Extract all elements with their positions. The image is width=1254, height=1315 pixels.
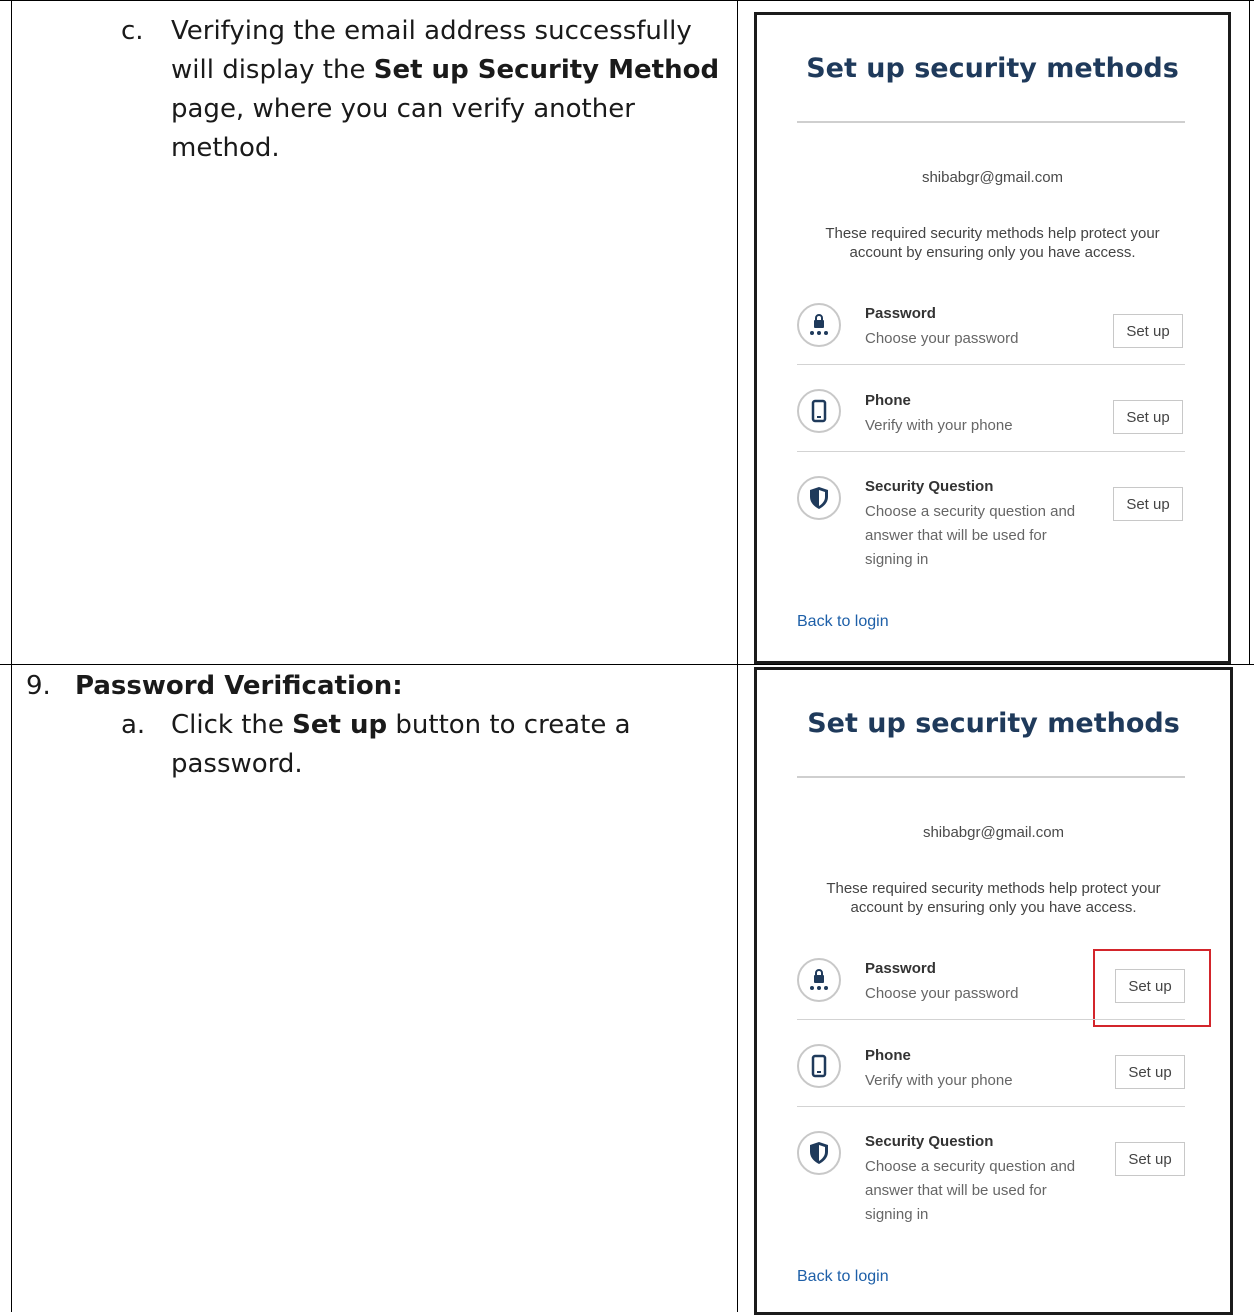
account-email: shibabgr@gmail.com [921, 169, 1064, 186]
title-divider [797, 121, 1185, 123]
step-9a-line1-post: button to create a [387, 710, 631, 740]
table-column-divider [737, 0, 738, 1312]
title-divider [797, 776, 1185, 778]
method-password-desc: Choose your password [865, 330, 1019, 347]
password-setup-button[interactable]: Set up [1113, 314, 1183, 348]
shield-icon [797, 476, 841, 520]
method-password-desc: Choose your password [865, 985, 1019, 1002]
step-c-line1: Verifying the email address successfully [171, 16, 692, 46]
description-line2: account by ensuring only you have access… [849, 244, 1136, 261]
method-question-desc: Choose a security question and answer th… [865, 1155, 1075, 1227]
step-c-line3: page, where you can verify another [171, 94, 635, 124]
description-line1: These required security methods help pro… [825, 225, 1160, 242]
setup-security-panel-1: Set up security methods shibabgr@gmail.c… [754, 12, 1231, 664]
method-phone-desc: Verify with your phone [865, 1072, 1013, 1089]
password-icon [797, 958, 841, 1002]
step-9a-marker: a. [121, 710, 146, 740]
step-9a-line2: password. [171, 749, 303, 779]
step-c-text: Verifying the email address successfully… [171, 12, 731, 168]
step-9a-line1-pre: Click the [171, 710, 293, 740]
step-9a-text: Click the Set up button to create a pass… [171, 706, 731, 784]
table-border-top [0, 0, 1254, 1]
step-c-bold-text: Set up Security Method [373, 55, 720, 85]
step-9-heading: Password Verification: [75, 667, 403, 706]
table-border-right [1249, 0, 1250, 664]
method-phone-name: Phone [865, 392, 911, 409]
step-c-line2-text: will display the [171, 55, 374, 85]
row-divider [797, 1019, 1185, 1020]
description-text: These required security methods help pro… [757, 224, 1228, 262]
step-c-line2: will display the Set up Security Method [171, 51, 731, 90]
method-question-name: Security Question [865, 478, 994, 495]
method-password-name: Password [865, 960, 936, 977]
method-phone-name: Phone [865, 1047, 911, 1064]
description-line2: account by ensuring only you have access… [850, 899, 1137, 916]
password-icon [797, 303, 841, 347]
panel-title: Set up security methods [806, 53, 1179, 84]
description-text: These required security methods help pro… [757, 879, 1230, 917]
table-row-divider [0, 664, 1254, 665]
question-desc-line3: signing in [865, 1206, 929, 1223]
step-9a-bold-text: Set up [292, 710, 388, 740]
question-setup-button[interactable]: Set up [1115, 1142, 1185, 1176]
row-divider [797, 1106, 1185, 1107]
method-phone-desc: Verify with your phone [865, 417, 1013, 434]
setup-button-highlight [1093, 949, 1211, 1027]
description-line1: These required security methods help pro… [826, 880, 1161, 897]
question-desc-line2: answer that will be used for [865, 527, 1047, 544]
table-border-left [11, 0, 12, 1312]
phone-setup-button[interactable]: Set up [1115, 1055, 1185, 1089]
method-password-name: Password [865, 305, 936, 322]
phone-icon [797, 1044, 841, 1088]
method-question-desc: Choose a security question and answer th… [865, 500, 1075, 572]
question-desc-line1: Choose a security question and [865, 1158, 1076, 1175]
account-email: shibabgr@gmail.com [922, 824, 1065, 841]
step-9-heading-text: Password Verification: [75, 671, 403, 701]
back-to-login-link[interactable]: Back to login [797, 613, 889, 631]
step-9-number: 9. [26, 671, 51, 701]
question-setup-button[interactable]: Set up [1113, 487, 1183, 521]
shield-icon [797, 1131, 841, 1175]
method-question-name: Security Question [865, 1133, 994, 1150]
row-divider [797, 364, 1185, 365]
question-desc-line3: signing in [865, 551, 929, 568]
row-divider [797, 451, 1185, 452]
question-desc-line1: Choose a security question and [865, 503, 1076, 520]
setup-security-panel-2: Set up security methods shibabgr@gmail.c… [754, 667, 1233, 1315]
panel-title: Set up security methods [807, 708, 1180, 739]
step-c-marker: c. [121, 16, 144, 46]
question-desc-line2: answer that will be used for [865, 1182, 1047, 1199]
step-c-line4: method. [171, 133, 280, 163]
step-9a-line1: Click the Set up button to create a [171, 706, 731, 745]
phone-setup-button[interactable]: Set up [1113, 400, 1183, 434]
phone-icon [797, 389, 841, 433]
back-to-login-link[interactable]: Back to login [797, 1268, 889, 1286]
